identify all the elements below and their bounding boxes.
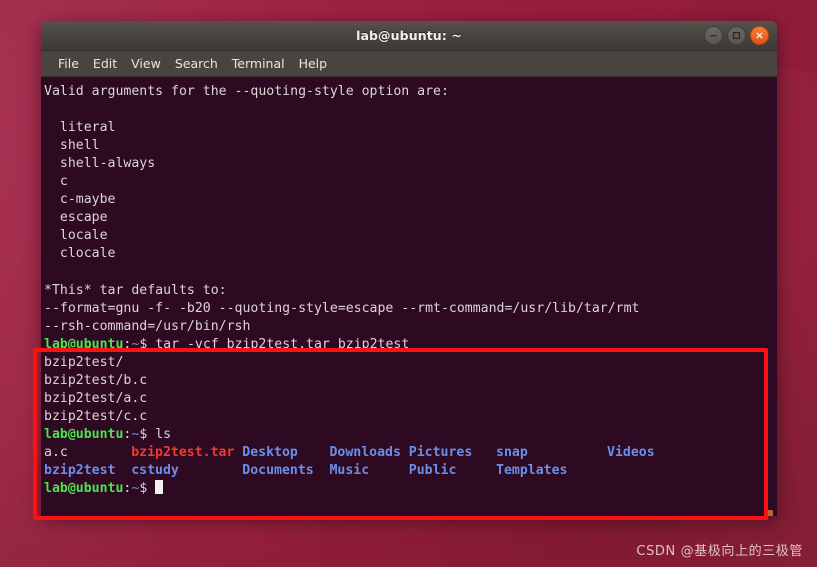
scrollbar-thumb[interactable] <box>766 510 773 516</box>
window-title: lab@ubuntu: ~ <box>356 28 462 43</box>
terminal-line: clocale <box>44 246 116 262</box>
ls-entry: Music <box>329 462 370 478</box>
terminal-line: lab@ubuntu:~$ tar -vcf bzip2test.tar bzi… <box>44 336 410 352</box>
ls-entry: bzip2test <box>44 462 116 478</box>
ls-entry: a.c <box>44 444 68 460</box>
menu-bar: File Edit View Search Terminal Help <box>41 51 777 77</box>
ls-entry: bzip2test.tar <box>131 444 235 460</box>
terminal-line: bzip2test/a.c <box>44 390 148 406</box>
terminal-line: --format=gnu -f- -b20 --quoting-style=es… <box>44 300 640 316</box>
terminal-line: locale <box>44 228 108 244</box>
terminal-line: bzip2test/b.c <box>44 372 148 388</box>
terminal-line: shell <box>44 138 100 154</box>
terminal-line: lab@ubuntu:~$ <box>44 480 639 498</box>
menu-item-file[interactable]: File <box>51 54 86 73</box>
menu-item-view[interactable]: View <box>124 54 168 73</box>
ls-entry: Desktop <box>242 444 298 460</box>
menu-item-help[interactable]: Help <box>292 54 335 73</box>
menu-item-terminal[interactable]: Terminal <box>225 54 292 73</box>
minimize-icon[interactable] <box>704 26 723 45</box>
terminal-cursor <box>155 480 164 495</box>
terminal-line: shell-always <box>44 156 156 172</box>
terminal-line: bzip2test/c.c <box>44 408 148 424</box>
terminal-line: bzip2test/ <box>44 354 124 370</box>
terminal-line: literal <box>44 120 116 136</box>
maximize-icon[interactable] <box>727 26 746 45</box>
terminal-window: lab@ubuntu: ~ File Edit View Search Term… <box>41 21 777 516</box>
ls-entry: cstudy <box>131 462 179 478</box>
terminal-line: --rsh-command=/usr/bin/rsh <box>44 318 251 334</box>
terminal-text: Valid arguments for the --quoting-style … <box>41 77 655 498</box>
close-icon[interactable] <box>750 26 769 45</box>
terminal-line: lab@ubuntu:~$ ls <box>44 426 172 442</box>
terminal-line: escape <box>44 210 108 226</box>
terminal-line: c-maybe <box>44 192 116 208</box>
ls-entry: Templates <box>496 462 568 478</box>
terminal-line: *This* tar defaults to: <box>44 282 227 298</box>
terminal-line: Valid arguments for the --quoting-style … <box>44 84 449 99</box>
terminal-output-area[interactable]: Valid arguments for the --quoting-style … <box>41 77 777 516</box>
terminal-line: c <box>44 174 68 190</box>
ls-entry: Pictures <box>408 444 473 460</box>
desktop-background: lab@ubuntu: ~ File Edit View Search Term… <box>0 0 817 567</box>
title-bar[interactable]: lab@ubuntu: ~ <box>41 21 777 51</box>
watermark-text: CSDN @基极向上的三极管 <box>636 544 803 559</box>
ls-entry: Documents <box>242 462 314 478</box>
terminal-line: bzip2test cstudy Documents Music Public Templ… <box>44 462 639 480</box>
ls-entry: Public <box>408 462 457 478</box>
menu-item-search[interactable]: Search <box>168 54 225 73</box>
terminal-line: a.c bzip2test.tar Desktop Downloads Pictures… <box>44 444 655 462</box>
window-controls <box>704 21 769 50</box>
menu-item-edit[interactable]: Edit <box>86 54 124 73</box>
ls-entry: snap <box>496 444 528 460</box>
ls-entry: Videos <box>607 444 655 460</box>
ls-entry: Downloads <box>329 444 401 460</box>
